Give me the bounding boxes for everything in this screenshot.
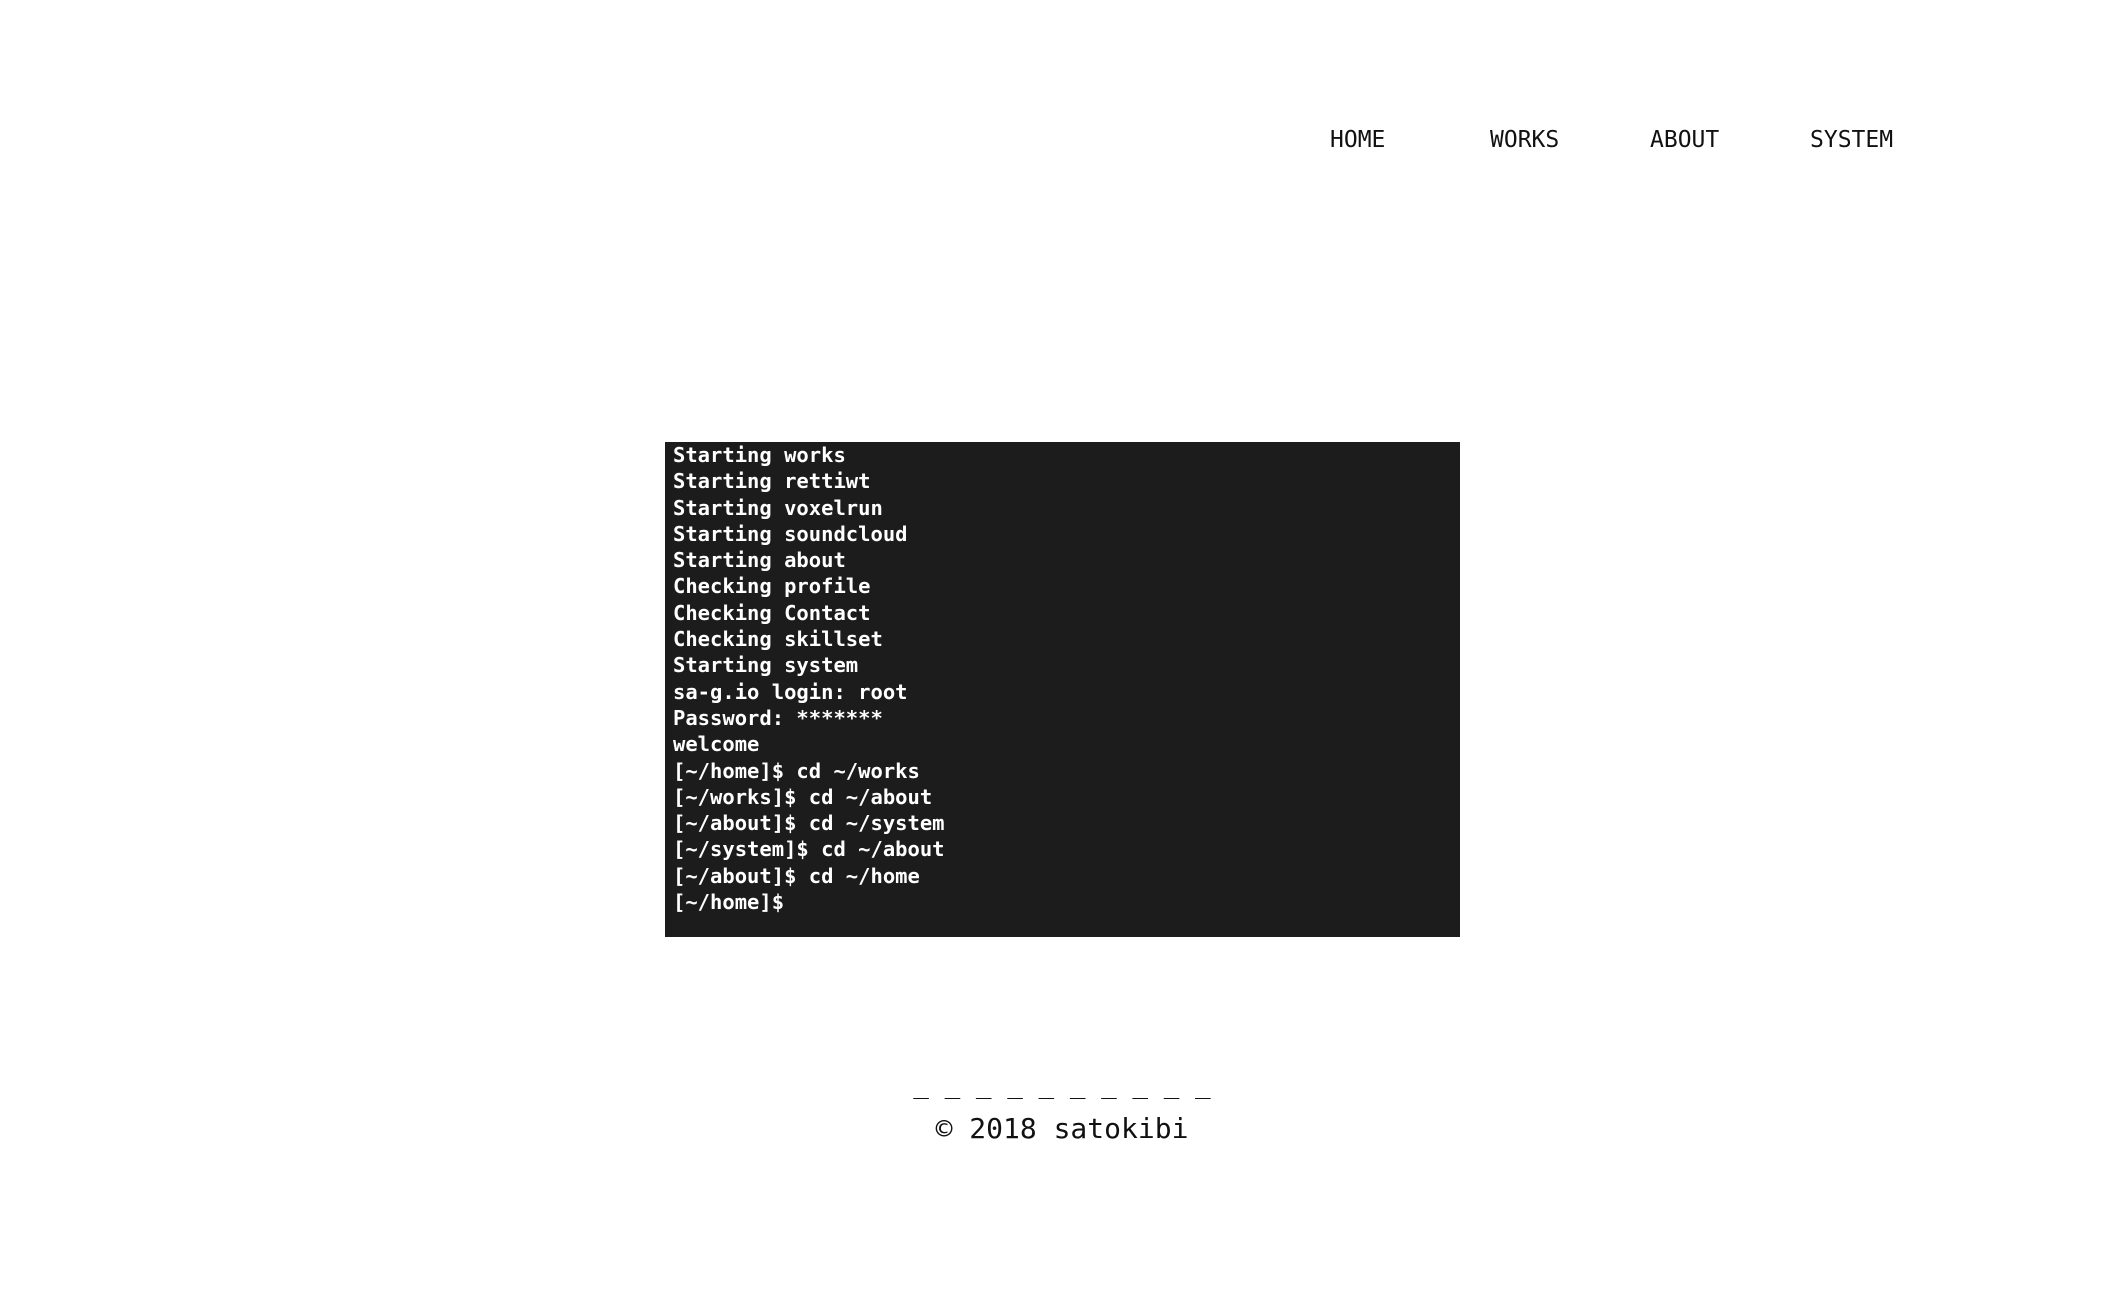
terminal-line: Starting soundcloud (673, 521, 908, 546)
nav-about-link[interactable]: ABOUT (1650, 120, 1719, 160)
footer-divider: _ _ _ _ _ _ _ _ _ _ (913, 1070, 1211, 1100)
terminal-line: [~/about]$ cd ~/system (673, 811, 945, 836)
terminal-line: Checking profile (673, 574, 871, 599)
terminal-line: Starting works (673, 443, 846, 467)
terminal-line: welcome (673, 732, 760, 757)
terminal-line: Starting rettiwt (673, 469, 871, 494)
terminal-line: [~/works]$ cd ~/about (673, 784, 933, 809)
terminal-line: [~/system]$ cd ~/about (673, 837, 945, 862)
terminal-line: Starting system (673, 653, 859, 678)
nav-system-link[interactable]: SYSTEM (1810, 120, 1893, 160)
terminal-line: [~/home]$ cd ~/works (673, 758, 920, 783)
terminal-line: Checking skillset (673, 627, 883, 652)
terminal-line: Starting voxelrun (673, 495, 883, 520)
terminal-line: Password: ******* (673, 705, 883, 730)
main-nav: HOME WORKS ABOUT SYSTEM (1300, 120, 1900, 160)
terminal-line: sa-g.io login: root (673, 679, 908, 704)
terminal-line: Checking Contact (673, 600, 871, 625)
terminal-window: Starting works Starting rettiwt Starting… (665, 442, 1460, 937)
terminal-line: [~/about]$ cd ~/home (673, 863, 920, 888)
terminal-prompt-line[interactable]: [~/home]$ (673, 889, 1452, 915)
nav-works-link[interactable]: WORKS (1490, 120, 1559, 160)
nav-home-link[interactable]: HOME (1330, 120, 1385, 160)
terminal-line: Starting about (673, 548, 846, 573)
footer-copyright: © 2018 satokibi (935, 1112, 1189, 1145)
